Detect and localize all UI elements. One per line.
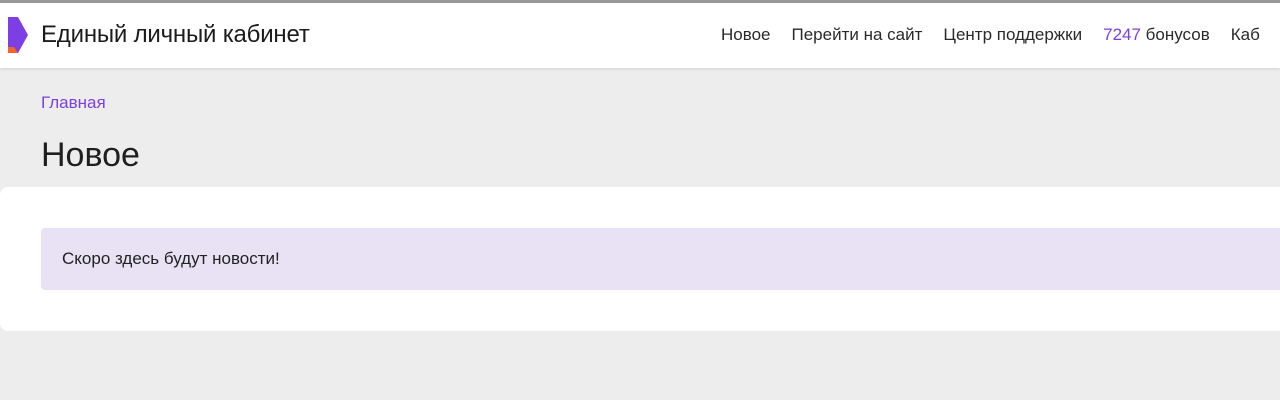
app-header: Единый личный кабинет Новое Перейти на с… bbox=[0, 3, 1280, 68]
nav-item-new[interactable]: Новое bbox=[721, 25, 770, 45]
news-notice-banner: Скоро здесь будут новости! bbox=[41, 228, 1280, 290]
nav-item-bonuses[interactable]: 7247 бонусов bbox=[1103, 25, 1210, 45]
breadcrumb-home-link[interactable]: Главная bbox=[41, 93, 106, 113]
content-card: Скоро здесь будут новости! bbox=[0, 187, 1280, 331]
app-title[interactable]: Единый личный кабинет bbox=[41, 21, 310, 49]
bonus-count: 7247 bbox=[1103, 25, 1141, 44]
top-nav: Новое Перейти на сайт Центр поддержки 72… bbox=[721, 25, 1260, 45]
bonus-label: бонусов bbox=[1145, 25, 1210, 44]
nav-item-support-center[interactable]: Центр поддержки bbox=[943, 25, 1082, 45]
nav-item-cabinet[interactable]: Каб bbox=[1231, 25, 1260, 45]
news-notice-text: Скоро здесь будут новости! bbox=[62, 249, 280, 268]
nav-item-go-to-site[interactable]: Перейти на сайт bbox=[791, 25, 922, 45]
page-title: Новое bbox=[41, 136, 140, 174]
brand-logo-icon[interactable] bbox=[6, 13, 28, 57]
